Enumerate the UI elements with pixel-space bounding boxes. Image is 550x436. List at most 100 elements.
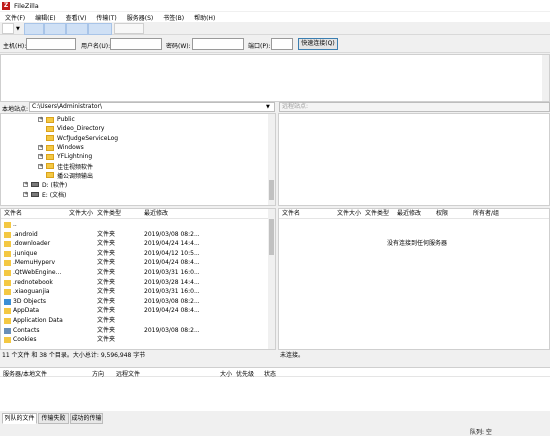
toolbar-button-group-5[interactable]: [114, 23, 144, 34]
file-type: 文件夹: [97, 249, 116, 257]
file-name: .downloader: [13, 240, 51, 248]
tree-scrollbar[interactable]: [268, 114, 275, 205]
col-modified[interactable]: 最近修改: [144, 209, 168, 218]
tree-scroll-thumb[interactable]: [269, 180, 274, 200]
quickconnect-button[interactable]: 快速连接(Q): [298, 38, 338, 50]
message-log: [0, 54, 550, 102]
tree-item[interactable]: + Public: [38, 115, 75, 124]
tree-item-label: Public: [57, 116, 75, 124]
host-input[interactable]: [26, 38, 76, 50]
file-type: 文件夹: [97, 240, 116, 248]
expand-plus-icon[interactable]: +: [38, 145, 43, 151]
file-modified: 2019/03/08 08:2...: [144, 297, 200, 305]
expand-plus-icon[interactable]: +: [23, 182, 28, 188]
menu-file[interactable]: 文件(F): [0, 13, 30, 22]
col-filename[interactable]: 文件名: [4, 209, 22, 218]
folder-icon: [46, 125, 54, 132]
menu-bookmarks[interactable]: 书签(B): [158, 13, 189, 22]
queue-status: 队列: 空: [470, 429, 492, 436]
expand-plus-icon[interactable]: +: [38, 154, 43, 160]
remote-col-filetype[interactable]: 文件类型: [365, 209, 389, 218]
col-filetype[interactable]: 文件类型: [97, 209, 121, 218]
remote-site-path[interactable]: 远程站点:: [279, 102, 550, 112]
tree-item[interactable]: + Windows: [38, 143, 84, 152]
table-row[interactable]: .QtWebEngine... 文件夹 2019/03/31 16:0...: [1, 268, 269, 278]
menu-view[interactable]: 查看(V): [61, 13, 92, 22]
username-input[interactable]: [110, 38, 162, 50]
remote-col-filesize[interactable]: 文件大小: [337, 209, 361, 218]
toolbar-button-group-1[interactable]: [24, 23, 44, 35]
table-row[interactable]: .android 文件夹 2019/03/08 08:2...: [1, 230, 269, 240]
port-label: 端口(P):: [248, 43, 271, 50]
table-row[interactable]: AppData 文件夹 2019/04/24 08:4...: [1, 306, 269, 316]
chevron-down-icon[interactable]: ▼: [16, 26, 20, 32]
tab-queued-files[interactable]: 列队的文件: [2, 413, 37, 424]
quickconnect-bar: 主机(H): 用户名(U): 密码(W): 端口(P): 快速连接(Q): [0, 36, 550, 53]
menu-help[interactable]: 帮助(H): [189, 13, 220, 22]
tree-item[interactable]: 播公调频输出: [38, 171, 93, 180]
table-row[interactable]: .rednotebook 文件夹 2019/03/28 14:4...: [1, 278, 269, 288]
expand-plus-icon[interactable]: +: [38, 163, 43, 169]
remote-col-permissions[interactable]: 权限: [436, 209, 448, 218]
table-row[interactable]: .junique 文件夹 2019/04/12 10:5...: [1, 249, 269, 259]
table-row[interactable]: .MemuHyperv 文件夹 2019/04/24 08:4...: [1, 258, 269, 268]
log-scrollbar[interactable]: [542, 55, 549, 101]
tab-successful-transfers[interactable]: 成功的传输: [70, 413, 103, 424]
file-modified: 2019/03/28 14:4...: [144, 278, 200, 286]
menu-transfer[interactable]: 传输(T): [91, 13, 121, 22]
file-type: 文件夹: [97, 288, 116, 296]
expand-plus-icon[interactable]: +: [23, 191, 28, 197]
tree-item[interactable]: + YFLightning: [38, 152, 92, 161]
tree-item[interactable]: WcfJudgeServiceLog: [38, 134, 118, 143]
menu-bar: 文件(F) 编辑(E) 查看(V) 传输(T) 服务器(S) 书签(B) 帮助(…: [0, 12, 550, 22]
table-row[interactable]: Cookies 文件夹: [1, 335, 269, 345]
remote-status-text: 未连接。: [280, 352, 305, 359]
files-scrollbar[interactable]: [268, 209, 275, 349]
col-filesize[interactable]: 文件大小: [69, 209, 93, 218]
tree-item[interactable]: + E: (文档): [23, 189, 66, 199]
tab-failed-transfers[interactable]: 传输失败: [38, 413, 69, 424]
site-manager-button[interactable]: [2, 23, 14, 34]
toolbar-button-group-4[interactable]: [88, 23, 112, 35]
table-row[interactable]: 3D Objects 文件夹 2019/03/08 08:2...: [1, 297, 269, 307]
tree-item-label: D: (软件): [42, 182, 68, 190]
file-type: 文件夹: [97, 326, 116, 334]
folder-icon: [46, 172, 54, 179]
port-input[interactable]: [271, 38, 293, 50]
folder-icon: [46, 135, 54, 142]
menu-server[interactable]: 服务器(S): [122, 13, 159, 22]
file-name: AppData: [13, 307, 40, 315]
local-path-dropdown-chevron-icon[interactable]: ▼: [266, 104, 270, 110]
menu-edit[interactable]: 编辑(E): [30, 13, 60, 22]
table-row[interactable]: Application Data 文件夹: [1, 316, 269, 326]
folder-icon: [4, 289, 11, 296]
table-row[interactable]: .downloader 文件夹 2019/04/24 14:4...: [1, 239, 269, 249]
remote-col-modified[interactable]: 最近修改: [397, 209, 421, 218]
remote-col-owner[interactable]: 所有者/组: [473, 209, 499, 218]
password-input[interactable]: [192, 38, 244, 50]
tree-item[interactable]: + 佳佳视频软件: [38, 162, 93, 171]
folder-icon: [46, 144, 54, 151]
tree-item[interactable]: + D: (软件): [23, 180, 67, 189]
toolbar-button-group-3[interactable]: [66, 23, 88, 35]
table-row[interactable]: Contacts 文件夹 2019/03/08 08:2...: [1, 326, 269, 336]
tree-item[interactable]: Video_Directory: [38, 124, 104, 133]
tree-item-label: 播公调频输出: [57, 172, 94, 180]
queue-header: 服务器/本地文件 方向 远程文件 大小 优先级 状态: [0, 367, 550, 378]
drive-icon: [31, 182, 39, 188]
local-files-body: .. .android 文件夹 2019/03/08 08:2... .download…: [1, 220, 269, 350]
remote-file-list: 文件名 文件大小 文件类型 最近修改 权限 所有者/组 没有连接到任何服务器: [278, 208, 550, 350]
files-scroll-thumb[interactable]: [269, 219, 274, 255]
table-row[interactable]: .xiaoguanjia 文件夹 2019/03/31 16:0...: [1, 287, 269, 297]
queue-list: [0, 377, 550, 411]
table-row[interactable]: ..: [1, 220, 269, 230]
status-footer: [0, 426, 550, 436]
file-name: .junique: [13, 249, 38, 257]
expand-plus-icon[interactable]: +: [38, 117, 43, 123]
remote-col-filename[interactable]: 文件名: [282, 209, 300, 218]
file-type: 文件夹: [97, 278, 116, 286]
file-type: 文件夹: [97, 269, 116, 276]
toolbar-button-group-2[interactable]: [44, 23, 66, 35]
local-site-path[interactable]: C:\Users\Administrator\: [29, 102, 275, 112]
